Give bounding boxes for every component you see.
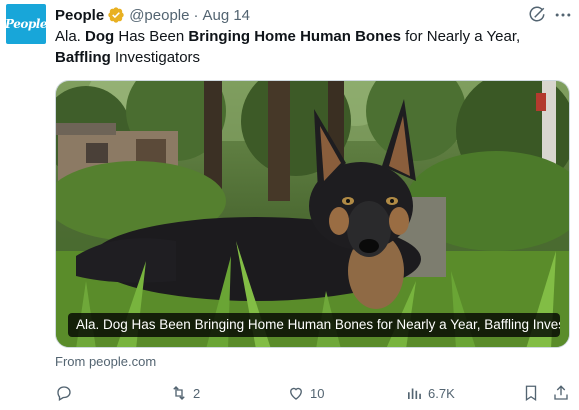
action-bar: 2 10 6.7K: [55, 382, 570, 404]
reply-button[interactable]: [55, 382, 78, 404]
header-separator: ·: [193, 6, 199, 24]
tweet-text-part: Dog: [85, 28, 115, 45]
tweet-date[interactable]: Aug 14: [202, 7, 250, 24]
tweet-header: People @people · Aug 14: [55, 5, 250, 25]
views-count: 6.7K: [428, 385, 455, 401]
verified-badge-icon[interactable]: [107, 6, 125, 24]
author-handle[interactable]: @people: [129, 7, 189, 24]
media-card[interactable]: Ala. Dog Has Been Bringing Home Human Bo…: [55, 80, 570, 348]
tweet-text: Ala. Dog Has Been Bringing Home Human Bo…: [55, 26, 570, 68]
more-icon[interactable]: [553, 5, 573, 25]
grok-icon[interactable]: [528, 6, 546, 24]
tweet-text-part: Investigators: [110, 49, 201, 66]
share-button[interactable]: [552, 382, 570, 404]
dog-photo: [56, 81, 569, 347]
retweet-count: 2: [193, 385, 201, 401]
views-button[interactable]: 6.7K: [405, 382, 455, 404]
retweet-button[interactable]: 2: [170, 382, 200, 404]
reply-icon: [57, 386, 71, 401]
tweet-text-part: for Nearly a Year,: [400, 28, 521, 45]
media-caption: Ala. Dog Has Been Bringing Home Human Bo…: [68, 313, 560, 337]
bookmark-icon: [525, 385, 537, 402]
tweet-text-part: Has Been: [114, 28, 189, 45]
retweet-icon: [173, 386, 185, 400]
like-count: 10: [310, 385, 325, 401]
link-source[interactable]: From people.com: [55, 354, 156, 369]
author-logo-text: People: [5, 17, 47, 31]
tweet-text-part: Ala.: [55, 28, 86, 45]
bookmark-button[interactable]: [522, 382, 540, 404]
like-icon: [290, 387, 302, 400]
author-avatar[interactable]: People: [5, 4, 47, 44]
share-icon: [554, 385, 568, 400]
tweet-text-part: Bringing Home Human Bones: [188, 28, 401, 45]
author-name[interactable]: People: [55, 7, 104, 24]
like-button[interactable]: 10: [287, 382, 324, 404]
tweet-text-part: Baffling: [55, 49, 111, 66]
views-icon: [408, 388, 421, 399]
